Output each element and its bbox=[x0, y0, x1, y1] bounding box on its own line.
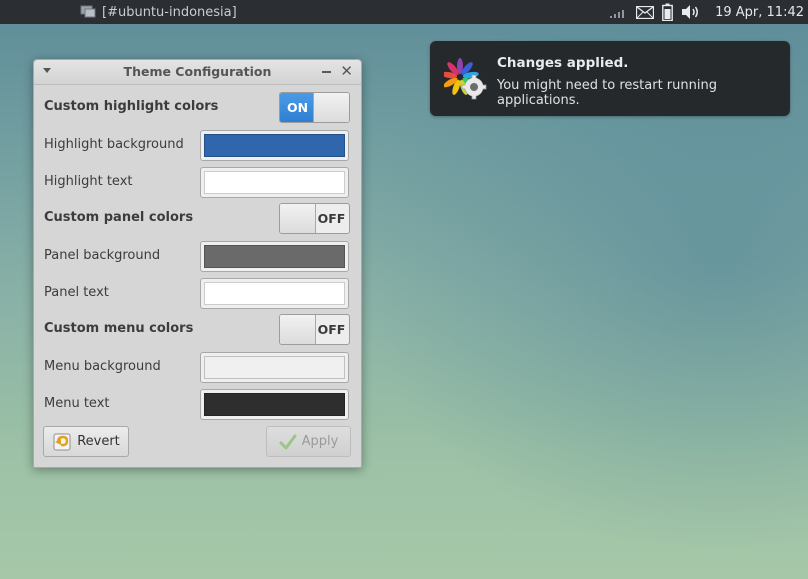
top-panel: [#ubuntu-indonesia] 19 Apr, 11:42 bbox=[0, 0, 808, 24]
network-signal-icon[interactable] bbox=[608, 5, 628, 19]
notification-body: You might need to restart running applic… bbox=[497, 78, 717, 108]
taskbar-item-label: [#ubuntu-indonesia] bbox=[102, 4, 237, 20]
toggle-knob[interactable] bbox=[280, 204, 316, 233]
window-title: Theme Configuration bbox=[123, 64, 272, 79]
revert-button-label: Revert bbox=[77, 434, 120, 449]
chat-window-icon bbox=[80, 5, 96, 18]
menu-background-label: Menu background bbox=[44, 359, 161, 374]
panel-background-color-button[interactable] bbox=[200, 241, 349, 272]
highlight-colors-toggle[interactable]: ON bbox=[279, 92, 350, 123]
highlight-text-label: Highlight text bbox=[44, 174, 133, 189]
highlight-background-label: Highlight background bbox=[44, 137, 184, 152]
color-swatch bbox=[204, 171, 345, 194]
highlight-toggle-label: Custom highlight colors bbox=[44, 99, 219, 114]
minimize-icon[interactable] bbox=[322, 71, 331, 73]
notification-bubble[interactable]: Changes applied. You might need to resta… bbox=[430, 41, 790, 116]
menu-toggle-label: Custom menu colors bbox=[44, 321, 194, 336]
menu-colors-toggle[interactable]: OFF bbox=[279, 314, 350, 345]
battery-icon[interactable] bbox=[662, 3, 673, 21]
menu-background-color-button[interactable] bbox=[200, 352, 349, 383]
volume-icon[interactable] bbox=[681, 4, 701, 20]
checkmark-icon bbox=[279, 434, 297, 449]
toggle-knob[interactable] bbox=[280, 315, 316, 344]
toggle-state-label: OFF bbox=[317, 322, 346, 337]
theme-settings-icon bbox=[444, 58, 487, 100]
notification-title: Changes applied. bbox=[497, 55, 629, 71]
panel-text-label: Panel text bbox=[44, 285, 109, 300]
taskbar-item[interactable]: [#ubuntu-indonesia] bbox=[80, 3, 237, 21]
mail-icon[interactable] bbox=[636, 5, 655, 19]
menu-text-color-button[interactable] bbox=[200, 389, 349, 420]
highlight-text-color-button[interactable] bbox=[200, 167, 349, 198]
toggle-knob[interactable] bbox=[313, 93, 349, 122]
window-titlebar[interactable]: Theme Configuration ✕ bbox=[34, 60, 361, 85]
system-tray: 19 Apr, 11:42 bbox=[608, 0, 808, 24]
color-swatch bbox=[204, 356, 345, 379]
theme-configuration-window: Theme Configuration ✕ Custom highlight c… bbox=[33, 59, 362, 468]
revert-icon bbox=[53, 433, 71, 450]
color-swatch bbox=[204, 282, 345, 305]
clock[interactable]: 19 Apr, 11:42 bbox=[715, 5, 804, 20]
panel-toggle-label: Custom panel colors bbox=[44, 210, 194, 225]
color-swatch bbox=[204, 245, 345, 268]
panel-background-label: Panel background bbox=[44, 248, 161, 263]
close-icon[interactable]: ✕ bbox=[340, 63, 353, 79]
color-swatch bbox=[204, 134, 345, 157]
menu-text-label: Menu text bbox=[44, 396, 110, 411]
apply-button[interactable]: Apply bbox=[266, 426, 351, 457]
toggle-state-label: ON bbox=[280, 93, 315, 122]
revert-button[interactable]: Revert bbox=[43, 426, 129, 457]
color-swatch bbox=[204, 393, 345, 416]
highlight-background-color-button[interactable] bbox=[200, 130, 349, 161]
panel-text-color-button[interactable] bbox=[200, 278, 349, 309]
apply-button-label: Apply bbox=[301, 434, 339, 449]
toggle-state-label: OFF bbox=[317, 211, 346, 226]
panel-colors-toggle[interactable]: OFF bbox=[279, 203, 350, 234]
